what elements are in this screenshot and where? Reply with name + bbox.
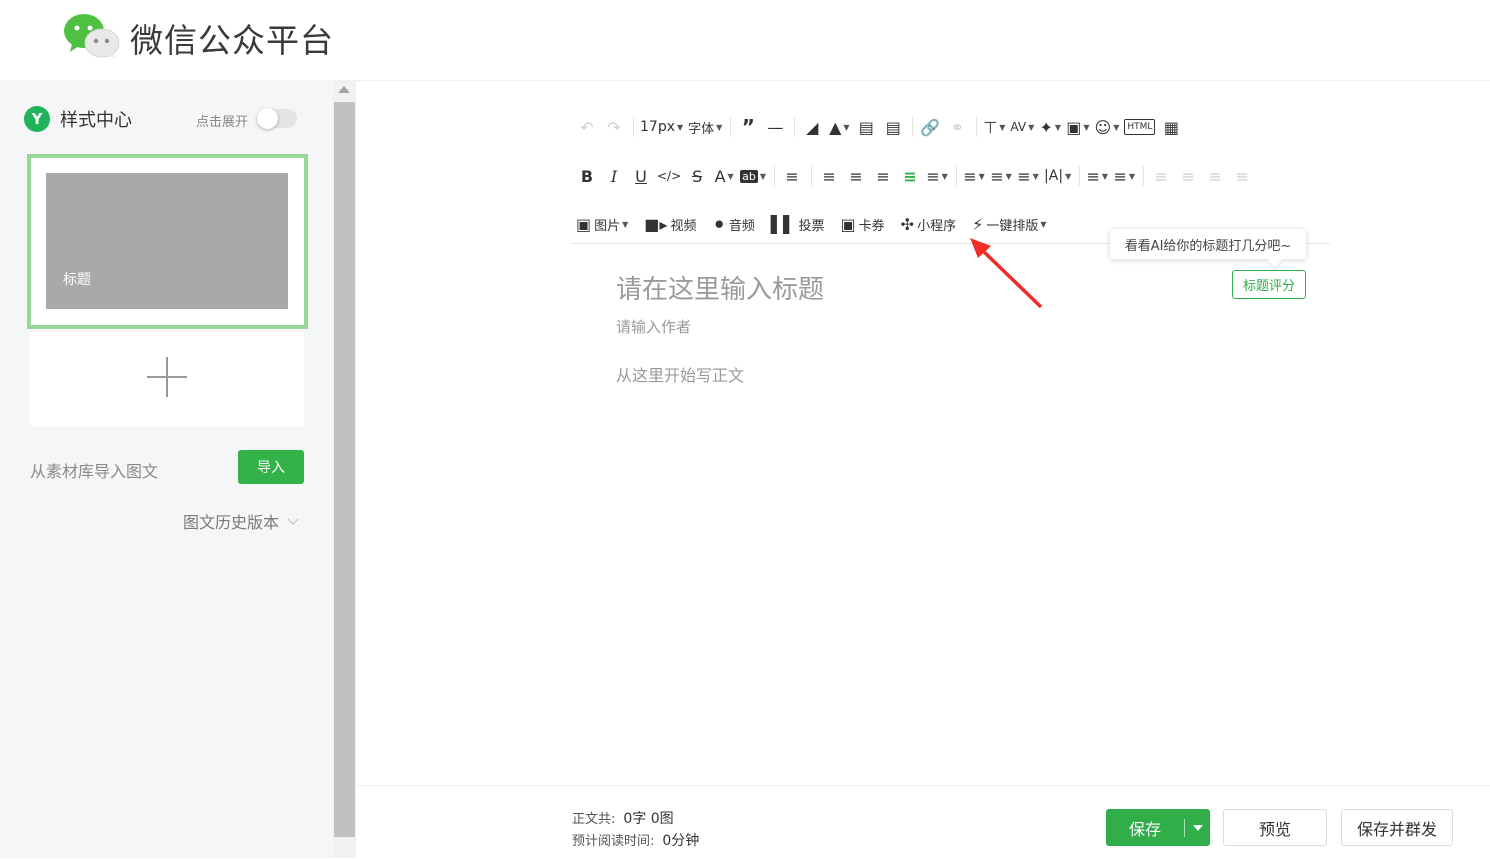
toolbar-row-3: ▣ 图片 ▼ ■▸ 视频 ⚫ 音频 ▌▌ 投票 ▣ 卡券 ✣ 小程序 ⚡ 一键排版 ▼: [576, 209, 1062, 239]
image-edit-icon[interactable]: ▣ ▼: [1066, 114, 1089, 140]
toolbar-row-1: ↶ ↷ 17px ▼ 字体 ▼ ” — ◢ ▲ ▼ ▤ ▤ 🔗 ⚭ ⊤ ▼ AV ▼ ✦ ▼…: [576, 112, 1187, 142]
float-right-icon[interactable]: ≡: [1204, 163, 1226, 189]
microphone-icon: ⚫: [712, 214, 726, 234]
insert-card-button[interactable]: ▣ 卡券: [841, 211, 885, 237]
unlink-icon[interactable]: ⚭: [946, 114, 968, 140]
paragraph-before-icon[interactable]: ≡ ▼: [990, 163, 1012, 189]
undo-icon[interactable]: ↶: [576, 114, 598, 140]
eraser-icon[interactable]: ◢: [801, 114, 823, 140]
bar-chart-icon: ▌▌: [770, 214, 796, 234]
insert-video-button[interactable]: ■▸ 视频: [644, 211, 696, 237]
history-versions[interactable]: 图文历史版本: [183, 509, 299, 533]
history-label: 图文历史版本: [183, 513, 280, 532]
align-right-icon[interactable]: ≡: [872, 163, 894, 189]
align-left-icon[interactable]: ≡: [818, 163, 840, 189]
strikethrough-icon[interactable]: S: [686, 163, 708, 189]
card-title: 标题: [63, 272, 91, 288]
bold-icon[interactable]: B: [576, 163, 598, 189]
style-center-logo-icon: Y: [24, 106, 50, 132]
title-input[interactable]: 请在这里输入标题: [616, 269, 824, 306]
left-sidebar: Y 样式中心 点击展开 标题 从素材库导入图文 导入 图文历史版本: [0, 80, 333, 858]
indent-icon[interactable]: ≡: [781, 163, 803, 189]
coupon-icon: ▣: [840, 214, 856, 234]
image-icon: ▣: [576, 214, 592, 234]
editor-footer: 正文共: 0字 0图 预计阅读时间: 0分钟 保存 预览 保存并群发: [356, 785, 1490, 859]
scroll-thumb[interactable]: [334, 102, 355, 837]
save-button[interactable]: 保存: [1106, 809, 1210, 846]
insert-vote-button[interactable]: ▌▌ 投票: [771, 211, 825, 237]
html-icon[interactable]: HTML: [1124, 119, 1156, 135]
save-and-mass-send-button[interactable]: 保存并群发: [1341, 809, 1453, 846]
font-family-select[interactable]: 字体 ▼: [688, 114, 722, 140]
background-color-icon[interactable]: ab ▼: [740, 163, 766, 189]
title-score-button[interactable]: 标题评分: [1232, 270, 1306, 299]
align-justify-icon[interactable]: ≡: [899, 163, 921, 189]
chevron-down-icon: [287, 512, 299, 525]
document-icon[interactable]: ▤: [882, 114, 904, 140]
ordered-list-icon[interactable]: ≡ ▼: [1086, 163, 1108, 189]
align-center-icon[interactable]: ≡: [845, 163, 867, 189]
underline-icon[interactable]: U: [630, 163, 652, 189]
float-center-icon[interactable]: ≡: [1231, 163, 1253, 189]
paragraph-spacing-icon[interactable]: ⊤ ▼: [983, 114, 1005, 140]
link-icon[interactable]: 🔗: [919, 114, 941, 140]
font-color-icon[interactable]: A ▼: [713, 163, 735, 189]
insert-audio-button[interactable]: ⚫ 音频: [712, 211, 754, 237]
letter-spacing-icon[interactable]: AV ▼: [1010, 114, 1034, 140]
annotation-arrow-icon: [970, 238, 1043, 309]
lightning-icon: ⚡: [972, 214, 984, 234]
body-editor[interactable]: 从这里开始写正文: [616, 362, 744, 386]
insert-image-button[interactable]: ▣ 图片 ▼: [576, 211, 628, 237]
unordered-list-icon[interactable]: ≡ ▼: [1113, 163, 1135, 189]
miniprogram-icon: ✣: [900, 214, 915, 234]
code-icon[interactable]: </>: [657, 163, 681, 189]
import-button[interactable]: 导入: [238, 450, 304, 484]
preview-button[interactable]: 预览: [1223, 809, 1327, 846]
insert-template-icon[interactable]: ▤: [855, 114, 877, 140]
format-painter-icon[interactable]: ▲ ▼: [828, 114, 850, 140]
float-left-icon[interactable]: ≡: [1150, 163, 1172, 189]
ai-title-tooltip: 看看AI给你的标题打几分吧~: [1110, 229, 1306, 259]
italic-icon[interactable]: I: [603, 163, 625, 189]
toolbar-row-2: B I U </> S A ▼ ab ▼ ≡ ≡ ≡ ≡ ≡ ≡ ▼ ≡ ▼ ≡ ▼ ≡ ▼…: [576, 161, 1258, 191]
style-center-label: 样式中心: [60, 110, 132, 131]
top-header: 微信公众平台: [0, 0, 1490, 80]
save-dropdown[interactable]: [1185, 824, 1210, 831]
toggle-knob: [257, 108, 278, 129]
emoji-icon[interactable]: ☺ ▼: [1095, 114, 1120, 140]
editor-main: ↶ ↷ 17px ▼ 字体 ▼ ” — ◢ ▲ ▼ ▤ ▤ 🔗 ⚭ ⊤ ▼ AV ▼ ✦ ▼…: [356, 80, 1490, 859]
paragraph-after-icon[interactable]: ≡ ▼: [1017, 163, 1039, 189]
video-camera-icon: ■▸: [644, 214, 668, 234]
article-card[interactable]: 标题: [27, 154, 308, 329]
insert-miniprogram-button[interactable]: ✣ 小程序: [901, 211, 956, 237]
expand-toggle[interactable]: [257, 108, 297, 129]
word-count: 正文共: 0字 0图: [572, 811, 674, 827]
font-size-select[interactable]: 17px ▼: [640, 114, 683, 140]
scroll-up-icon[interactable]: [338, 86, 350, 93]
reading-time: 预计阅读时间: 0分钟: [572, 833, 700, 849]
toolbox-icon[interactable]: ▦: [1160, 114, 1182, 140]
redo-icon[interactable]: ↷: [603, 114, 625, 140]
import-label: 从素材库导入图文: [30, 462, 159, 481]
caret-down-icon: [1192, 824, 1203, 831]
auto-layout-button[interactable]: ⚡ 一键排版 ▼: [972, 211, 1046, 237]
sidebar-scrollbar[interactable]: [333, 80, 356, 858]
magic-wand-icon[interactable]: ✦ ▼: [1039, 114, 1061, 140]
style-center[interactable]: Y 样式中心: [24, 106, 132, 132]
expand-label: 点击展开: [196, 115, 249, 130]
author-input[interactable]: 请输入作者: [616, 316, 691, 337]
add-article-button[interactable]: [30, 332, 304, 426]
line-height-icon[interactable]: ≡ ▼: [963, 163, 985, 189]
quote-icon[interactable]: ”: [737, 114, 759, 140]
float-none-icon[interactable]: ≡: [1177, 163, 1199, 189]
text-indent-icon[interactable]: |A| ▼: [1044, 163, 1071, 189]
horizontal-rule-icon[interactable]: —: [764, 114, 786, 140]
brand-title: 微信公众平台: [130, 21, 334, 60]
wechat-logo-icon: [64, 14, 120, 59]
align-more-icon[interactable]: ≡ ▼: [926, 163, 948, 189]
card-cover-image: 标题: [46, 173, 288, 309]
